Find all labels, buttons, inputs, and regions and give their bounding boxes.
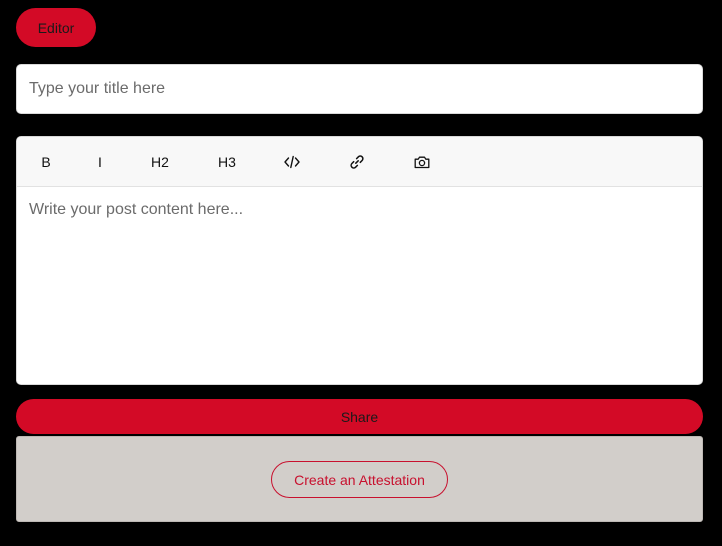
share-button[interactable]: Share (16, 399, 703, 434)
italic-button[interactable]: I (89, 137, 111, 186)
post-editor: B I H2 H3 (16, 136, 703, 385)
create-attestation-button[interactable]: Create an Attestation (271, 461, 448, 498)
code-icon (284, 155, 300, 169)
editor-button[interactable]: Editor (16, 8, 96, 47)
bold-button[interactable]: B (35, 137, 57, 186)
heading2-button[interactable]: H2 (145, 137, 175, 186)
link-button[interactable] (344, 137, 370, 186)
title-input[interactable] (16, 64, 703, 114)
heading3-button[interactable]: H3 (212, 137, 242, 186)
content-textarea[interactable] (17, 187, 702, 384)
formatting-toolbar: B I H2 H3 (17, 137, 702, 187)
camera-icon (414, 155, 430, 169)
attestation-panel: Create an Attestation (16, 436, 703, 522)
editor-page: Editor B I H2 H3 (0, 0, 722, 546)
code-button[interactable] (279, 137, 305, 186)
link-icon (349, 154, 365, 170)
image-button[interactable] (409, 137, 435, 186)
